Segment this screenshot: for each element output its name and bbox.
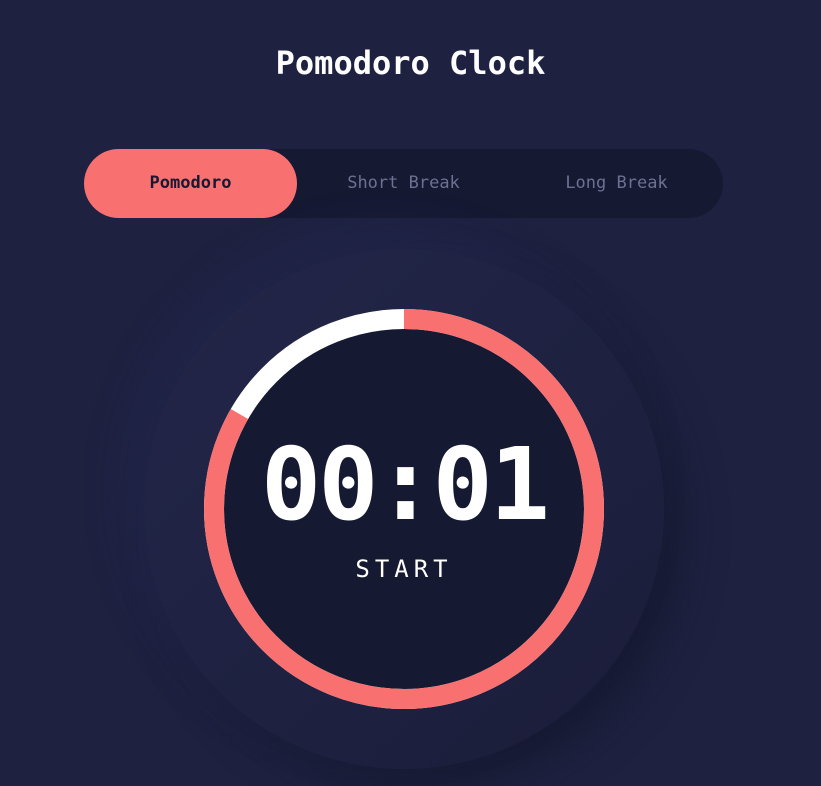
timer-display: 00:01: [260, 426, 550, 543]
mode-tabs: Pomodoro Short Break Long Break: [84, 149, 723, 218]
start-button[interactable]: START: [204, 555, 604, 583]
tab-pomodoro[interactable]: Pomodoro: [84, 149, 297, 218]
tab-long-break[interactable]: Long Break: [510, 149, 723, 218]
page-title: Pomodoro Clock: [275, 44, 546, 82]
tab-short-break[interactable]: Short Break: [297, 149, 510, 218]
